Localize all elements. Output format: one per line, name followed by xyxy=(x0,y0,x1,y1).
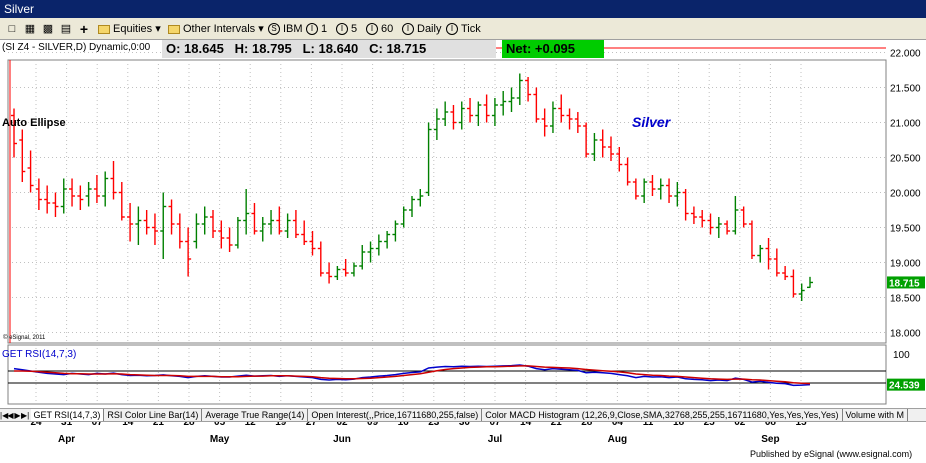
interval-circle-icon: I xyxy=(306,23,318,36)
symbol-line: (SI Z4 - SILVER,D) Dynamic,0:00 xyxy=(2,42,151,53)
study-tab-bar: |◀◀▶▶| GET RSI(14,7,3) RSI Color Line Bar… xyxy=(0,408,926,422)
month-label: Apr xyxy=(58,434,75,445)
price-tick-label: 20.000 xyxy=(890,189,921,200)
price-tick-label: 20.500 xyxy=(890,154,921,165)
tab-get-rsi[interactable]: GET RSI(14,7,3) xyxy=(30,409,105,421)
rsi-top-label: 100 xyxy=(893,350,910,361)
tab-average-true-range[interactable]: Average True Range(14) xyxy=(202,409,309,421)
tab-last-icon[interactable]: ▶| xyxy=(21,410,29,421)
month-label: May xyxy=(210,434,230,445)
rsi-current-label: 24.539 xyxy=(889,381,920,392)
high-value: H: 18.795 xyxy=(234,41,292,56)
month-label: Jul xyxy=(488,434,503,445)
interval-60-button[interactable]: I 60 xyxy=(366,21,393,37)
equities-label: Equities xyxy=(113,23,153,35)
chart-icon[interactable]: ▤ xyxy=(58,21,74,37)
daily-button[interactable]: I Daily xyxy=(402,21,441,37)
copyright-text: © eSignal, 2011 xyxy=(3,335,46,341)
interval-5-button[interactable]: I5 xyxy=(336,21,357,37)
month-label: Aug xyxy=(608,434,627,445)
title-bar: Silver xyxy=(0,0,926,18)
window-title: Silver xyxy=(4,2,35,16)
month-label: Sep xyxy=(761,434,779,445)
price-tick-label: 21.000 xyxy=(890,119,921,130)
close-value: C: 18.715 xyxy=(369,41,427,56)
folder-icon xyxy=(98,24,110,34)
rsi-lines xyxy=(13,364,811,387)
tab-first-icon[interactable]: |◀ xyxy=(0,410,8,421)
rsi-study-label: GET RSI(14,7,3) xyxy=(2,349,77,360)
interval-circle-icon: I xyxy=(402,23,414,36)
interval-circle-icon: I xyxy=(366,23,378,36)
tab-color-macd-histogram[interactable]: Color MACD Histogram (12,26,9,Close,SMA,… xyxy=(482,409,843,421)
price-panel-frame xyxy=(7,59,887,344)
price-tick-label: 19.500 xyxy=(890,224,921,235)
month-label: Jun xyxy=(333,434,351,445)
price-chart-svg[interactable]: 22.000 21.500 21.000 20.500 20.000 19.500 19.0… xyxy=(0,40,926,463)
square-icon[interactable]: □ xyxy=(4,21,20,37)
silver-annotation: Silver xyxy=(632,114,671,130)
grid-icon[interactable]: ▦ xyxy=(22,21,38,37)
price-tick-label: 18.500 xyxy=(890,294,921,305)
open-value: O: 18.645 xyxy=(166,41,224,56)
publisher-footer: Published by eSignal (www.esignal.com) xyxy=(750,449,913,459)
interval-circle-icon: I xyxy=(336,23,348,36)
folder-icon xyxy=(168,24,180,34)
price-tick-label: 21.500 xyxy=(890,84,921,95)
grid-lines xyxy=(7,47,887,405)
plus-icon[interactable]: + xyxy=(76,21,92,37)
interval-1-button[interactable]: I1 xyxy=(306,21,327,37)
price-tick-label: 22.000 xyxy=(890,49,921,60)
other-intervals-dropdown[interactable]: Other Intervals ▾ xyxy=(168,21,264,37)
rsi-signal-line xyxy=(14,365,811,385)
price-tick-label: 19.000 xyxy=(890,259,921,270)
new-window-icon[interactable]: ▩ xyxy=(40,21,56,37)
price-tick-label: 18.000 xyxy=(890,329,921,340)
net-change-badge: Net: +0.095 xyxy=(502,40,604,58)
tick-button[interactable]: I Tick xyxy=(446,21,481,37)
ohlc-panel: O: 18.645 H: 18.795 L: 18.640 C: 18.715 xyxy=(162,40,496,58)
low-value: L: 18.640 xyxy=(302,41,359,56)
ohlc-bars xyxy=(11,73,813,301)
tab-prev-icon[interactable]: ◀ xyxy=(7,410,14,421)
tab-open-interest[interactable]: Open Interest(,,Price,16711680,255,false… xyxy=(308,409,483,421)
interval-circle-icon: I xyxy=(446,23,458,36)
symbol-circle-icon: S xyxy=(268,23,280,36)
tab-volume[interactable]: Volume with M xyxy=(843,409,909,421)
equities-dropdown[interactable]: Equities ▾ xyxy=(98,21,161,37)
tab-rsi-color-line-bar[interactable]: RSI Color Line Bar(14) xyxy=(104,409,203,421)
chart-area[interactable]: 22.000 21.500 21.000 20.500 20.000 19.500 19.0… xyxy=(0,40,926,463)
auto-ellipse-label: Auto Ellipse xyxy=(2,117,66,129)
toolbar: □ ▦ ▩ ▤ + Equities ▾ Other Intervals ▾ S… xyxy=(0,18,926,40)
tab-next-icon[interactable]: ▶ xyxy=(14,410,21,421)
current-price-label: 18.715 xyxy=(889,278,920,289)
symbol-button[interactable]: S IBM xyxy=(268,21,303,37)
other-intervals-label: Other Intervals xyxy=(183,23,256,35)
